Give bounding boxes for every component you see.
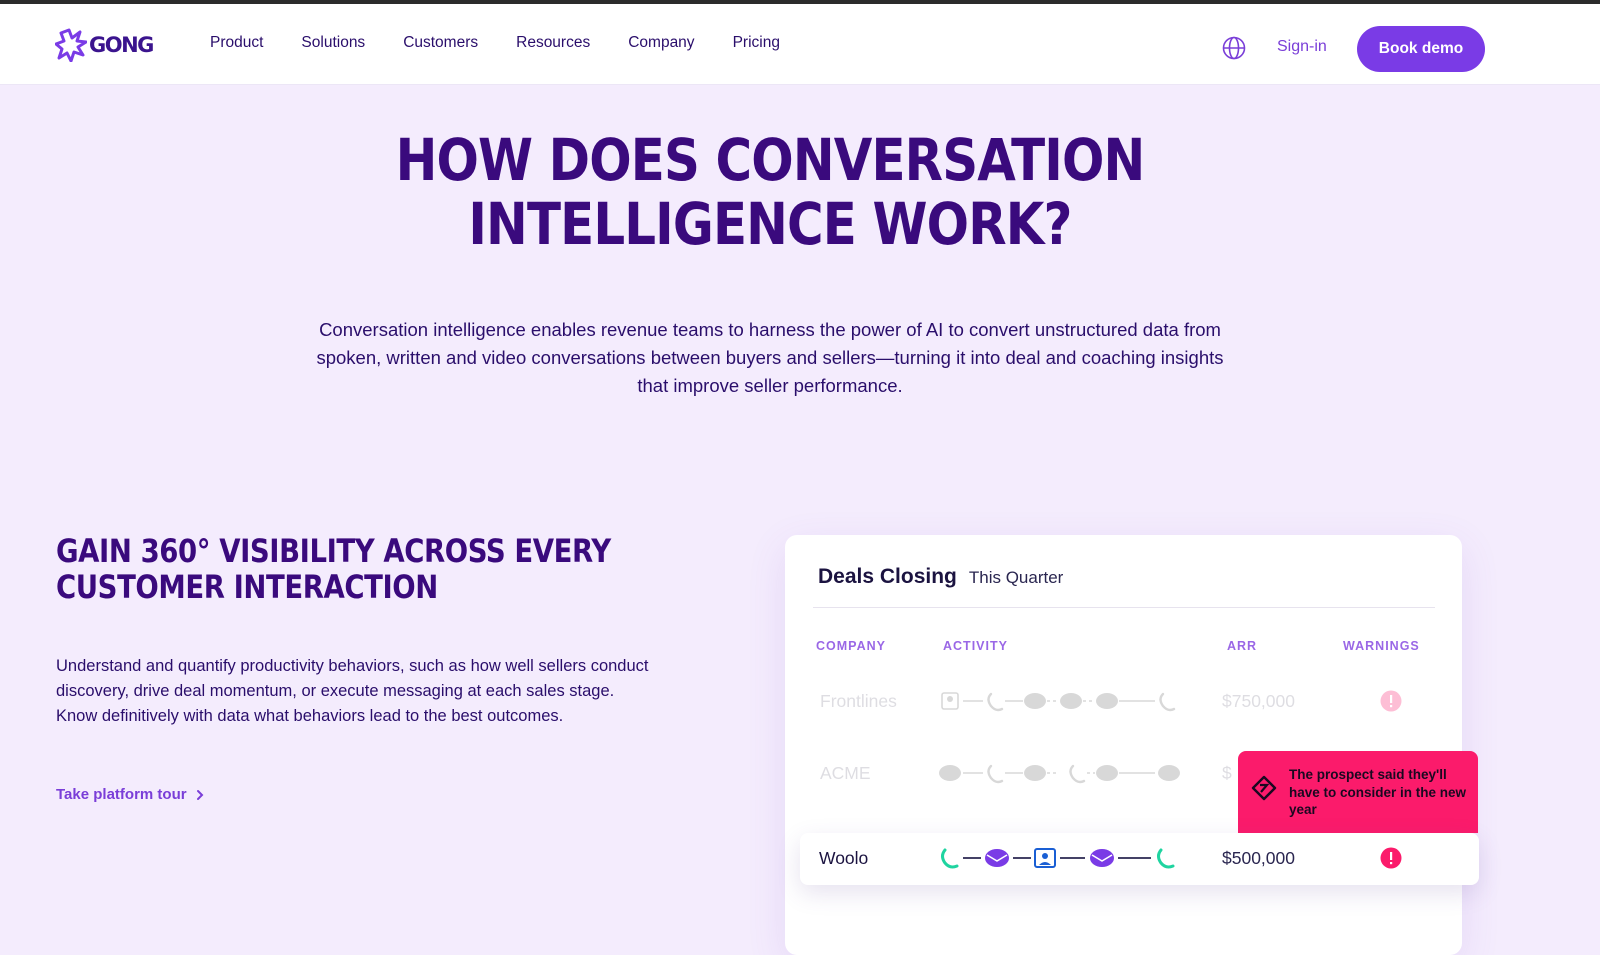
feature-title-line2: CUSTOMER INTERACTION: [56, 568, 438, 606]
row-arr: $: [1222, 763, 1232, 783]
call-icon: [941, 848, 959, 869]
nav-company[interactable]: Company: [628, 34, 694, 52]
hero-title: HOW DOES CONVERSATION INTELLIGENCE WORK?: [108, 128, 1432, 256]
hero-title-line1: HOW DOES CONVERSATION: [395, 126, 1146, 194]
nav-pricing[interactable]: Pricing: [733, 34, 780, 52]
chevron-right-icon: [196, 789, 203, 800]
call-icon: [1157, 848, 1175, 869]
activity-timeline: [941, 692, 1176, 712]
col-header-arr: ARR: [1227, 639, 1258, 653]
call-icon: [1069, 764, 1086, 784]
card-title: Deals Closing: [818, 565, 957, 588]
gong-logo[interactable]: GONG: [55, 28, 154, 62]
call-icon: [987, 764, 1004, 784]
gong-starburst-icon: [55, 28, 87, 62]
card-divider: [813, 607, 1435, 608]
email-icon: [1096, 693, 1118, 709]
warning-icon[interactable]: [1380, 847, 1402, 869]
hero-subtitle: Conversation intelligence enables revenu…: [316, 319, 1224, 396]
feature-title-line1: GAIN 360° VISIBILITY ACROSS EVERY: [56, 532, 611, 570]
feature-title: GAIN 360° VISIBILITY ACROSS EVERY CUSTOM…: [56, 533, 658, 605]
call-icon: [987, 692, 1004, 712]
col-header-activity: ACTIVITY: [943, 639, 1008, 653]
warning-tooltip: The prospect said they'll have to consid…: [1238, 751, 1478, 833]
nav-product[interactable]: Product: [210, 34, 263, 52]
email-icon: [939, 765, 961, 781]
email-icon: [1096, 765, 1118, 781]
row-company: Woolo: [819, 848, 869, 868]
nav-solutions[interactable]: Solutions: [301, 34, 365, 52]
row-arr: $750,000: [1222, 691, 1295, 711]
warning-icon: [1380, 690, 1402, 712]
card-period: This Quarter: [968, 568, 1064, 587]
alert-diamond-icon: [1251, 775, 1277, 801]
email-icon: [985, 849, 1009, 867]
call-icon: [1159, 692, 1176, 712]
nav-resources[interactable]: Resources: [516, 34, 590, 52]
platform-tour-link[interactable]: Take platform tour: [56, 786, 204, 803]
table-row-woolo[interactable]: Woolo $500,000: [800, 833, 1479, 885]
row-company: ACME: [820, 763, 871, 783]
globe-icon[interactable]: [1222, 36, 1246, 60]
platform-tour-label: Take platform tour: [56, 786, 187, 803]
email-icon: [1024, 765, 1046, 781]
col-header-company: COMPANY: [816, 639, 886, 653]
feature-description: Understand and quantify productivity beh…: [56, 657, 649, 725]
site-header: GONG Product Solutions Customers Resourc…: [0, 4, 1600, 85]
tooltip-text: The prospect said they'll have to consid…: [1289, 767, 1467, 817]
hero-title-line2: INTELLIGENCE WORK?: [468, 190, 1072, 258]
activity-timeline: [939, 764, 1180, 784]
sign-in-link[interactable]: Sign-in: [1277, 38, 1327, 56]
email-icon: [1024, 693, 1046, 709]
deals-closing-card: Deals Closing This Quarter COMPANY ACTIV…: [785, 535, 1462, 955]
book-demo-button[interactable]: Book demo: [1357, 26, 1485, 72]
logo-wordmark: GONG: [89, 33, 154, 57]
email-icon: [1090, 849, 1114, 867]
nav-customers[interactable]: Customers: [403, 34, 478, 52]
card-heading: Deals Closing This Quarter: [818, 565, 1063, 589]
row-arr: $500,000: [1222, 848, 1295, 868]
activity-timeline: [941, 848, 1175, 869]
email-icon: [1060, 693, 1082, 709]
col-header-warnings: WARNINGS: [1343, 639, 1420, 653]
table-row-frontlines[interactable]: Frontlines $750,000: [785, 674, 1462, 730]
main-nav: Product Solutions Customers Resources Co…: [210, 34, 818, 52]
email-icon: [1158, 765, 1180, 781]
row-company: Frontlines: [820, 691, 897, 711]
